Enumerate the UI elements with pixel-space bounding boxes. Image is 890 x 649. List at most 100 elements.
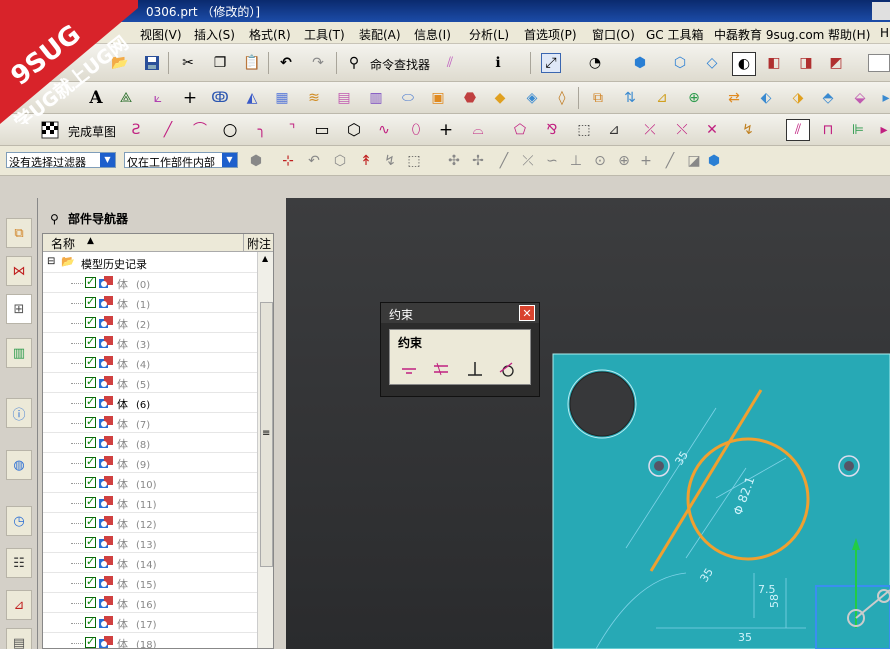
visibility-checkbox[interactable] — [85, 375, 96, 388]
snap-arc-icon[interactable]: ∽ — [542, 151, 562, 171]
offset-face-icon[interactable]: ◈ — [522, 88, 542, 108]
snap-body-icon[interactable]: ⬢ — [704, 151, 724, 171]
close-icon[interactable]: ✕ — [519, 305, 535, 321]
unite-icon[interactable]: ⊕ — [684, 88, 704, 108]
point-icon[interactable]: + — [180, 88, 200, 108]
visibility-checkbox[interactable] — [85, 275, 96, 288]
col-name[interactable]: 名称 — [51, 235, 75, 252]
tree-row[interactable]: 体 (13) — [43, 533, 257, 553]
trim-icon[interactable]: ⊿ — [604, 120, 624, 140]
visibility-checkbox[interactable] — [85, 515, 96, 528]
circle-icon[interactable]: ○ — [220, 120, 240, 140]
draft-icon[interactable]: ⬗ — [788, 88, 808, 108]
wireframe-view-icon[interactable]: ◇ — [702, 53, 722, 73]
visibility-checkbox[interactable] — [85, 315, 96, 328]
visibility-checkbox[interactable] — [85, 295, 96, 308]
tree-row[interactable]: 体 (0) — [43, 273, 257, 293]
polygon-icon[interactable]: ⬡ — [344, 120, 364, 140]
chamfer-icon[interactable]: ⌝ — [282, 120, 302, 140]
hole[interactable] — [569, 371, 635, 437]
rectangle-icon[interactable]: ▭ — [312, 120, 332, 140]
snap-intersect-icon[interactable]: ⤫ — [518, 151, 538, 171]
tree-row[interactable]: 体 (10) — [43, 473, 257, 493]
offset-curve-icon[interactable]: ⌓ — [468, 120, 488, 140]
shell-icon[interactable]: ⬣ — [460, 88, 480, 108]
spline-icon[interactable]: ∿ — [374, 120, 394, 140]
line-tool-icon[interactable]: ⫽ — [440, 53, 460, 73]
tree-row[interactable]: 体 (11) — [43, 493, 257, 513]
menu-tools[interactable]: 工具(T) — [304, 26, 345, 43]
project-curve-icon[interactable]: ⬚ — [574, 120, 594, 140]
tangent-icon[interactable] — [498, 360, 516, 378]
dimension-icon[interactable]: ↯ — [738, 120, 758, 140]
cut-icon[interactable]: ✂ — [178, 53, 198, 73]
menu-assemblies[interactable]: 装配(A) — [359, 26, 401, 43]
scroll-up-icon[interactable]: ▲ — [262, 254, 268, 263]
menu-format[interactable]: 格式(R) — [249, 26, 291, 43]
arc-icon[interactable]: ⌒ — [190, 120, 210, 140]
equal-length-icon[interactable] — [432, 360, 450, 378]
datum-axis-icon[interactable]: ⟀ — [148, 88, 168, 108]
cylinder-icon[interactable]: ⬭ — [398, 88, 418, 108]
visibility-checkbox[interactable] — [85, 455, 96, 468]
mesh-icon[interactable]: ▦ — [272, 88, 292, 108]
more-features-icon[interactable]: ▸ — [876, 88, 890, 108]
tree-row[interactable]: 体 (15) — [43, 573, 257, 593]
collapse-icon[interactable]: ⊟ — [47, 256, 55, 267]
layer-icon[interactable]: ◨ — [796, 53, 816, 73]
move-face-icon[interactable]: ⇄ — [724, 88, 744, 108]
col-attach[interactable]: 附注 — [247, 235, 271, 252]
ellipse-icon[interactable]: ⬯ — [406, 120, 426, 140]
snap-tangent-icon[interactable]: ⊥ — [566, 151, 586, 171]
reuse-library-icon[interactable]: ▥ — [6, 338, 32, 368]
through-curves-icon[interactable]: ▤ — [334, 88, 354, 108]
visibility-checkbox[interactable] — [85, 415, 96, 428]
menu-extra[interactable]: H — [880, 26, 889, 40]
menu-help[interactable]: 帮助(H) — [828, 26, 870, 43]
binoculars-icon[interactable]: ⚲ — [344, 53, 364, 73]
model-view[interactable]: Φ 82.1 35 35 7.5 58 35 — [286, 198, 890, 649]
tree-row[interactable]: 体 (12) — [43, 513, 257, 533]
menu-zhonglei[interactable]: 中磊教育 9sug.com — [714, 26, 824, 43]
mirror-curve-icon[interactable]: ⅋ — [542, 120, 562, 140]
surface-icon[interactable]: ◭ — [242, 88, 262, 108]
info-icon[interactable]: ℹ — [488, 53, 508, 73]
menu-preferences[interactable]: 首选项(P) — [524, 26, 577, 43]
tree-row[interactable]: 体 (1) — [43, 293, 257, 313]
snap-center-icon[interactable]: ⊙ — [590, 151, 610, 171]
snap-endpoint-icon[interactable]: ✣ — [444, 151, 464, 171]
select-edge-icon[interactable]: ↯ — [380, 151, 400, 171]
make-corner-icon[interactable]: ✕ — [702, 120, 722, 140]
sketch-point-icon[interactable]: + — [436, 120, 456, 140]
menu-information[interactable]: 信息(I) — [414, 26, 451, 43]
redo-icon[interactable]: ↷ — [308, 53, 328, 73]
tree-row[interactable]: 体 (17) — [43, 613, 257, 633]
select-feature-icon[interactable]: ↟ — [356, 151, 376, 171]
history-icon[interactable]: ◍ — [6, 450, 32, 480]
menu-window[interactable]: 窗口(O) — [592, 26, 635, 43]
visibility-checkbox[interactable] — [85, 435, 96, 448]
visibility-checkbox[interactable] — [85, 395, 96, 408]
graphics-window[interactable]: Φ 82.1 35 35 7.5 58 35 约束 ✕ 约束 — [286, 198, 890, 649]
quick-trim-icon[interactable]: ⤫ — [640, 120, 660, 140]
small-hole-left-core[interactable] — [654, 461, 664, 471]
pin-icon[interactable]: ⚲ — [50, 212, 62, 226]
tree-row[interactable]: 体 (5) — [43, 373, 257, 393]
block-icon[interactable]: ▣ — [428, 88, 448, 108]
tree-row[interactable]: 体 (16) — [43, 593, 257, 613]
snap-point-on-icon[interactable]: + — [636, 151, 656, 171]
show-constraints-icon[interactable]: ⊫ — [848, 120, 868, 140]
part-navigator-icon[interactable]: ⊞ — [6, 294, 32, 324]
visibility-checkbox[interactable] — [85, 495, 96, 508]
visibility-checkbox[interactable] — [85, 575, 96, 588]
menu-analysis[interactable]: 分析(L) — [469, 26, 509, 43]
dim-d-label[interactable]: 58 — [768, 594, 781, 608]
cube-view-icon[interactable]: ⬡ — [670, 53, 690, 73]
fit-view-icon[interactable]: ⤢ — [541, 53, 561, 73]
sew-icon[interactable]: ⬙ — [850, 88, 870, 108]
select-body-icon[interactable]: ⬡ — [330, 151, 350, 171]
dim-e-label[interactable]: 35 — [738, 631, 752, 644]
copy-icon[interactable]: ❐ — [210, 53, 230, 73]
trim-body-icon[interactable]: ⊿ — [652, 88, 672, 108]
render-style-icon[interactable]: ◐ — [732, 52, 756, 76]
